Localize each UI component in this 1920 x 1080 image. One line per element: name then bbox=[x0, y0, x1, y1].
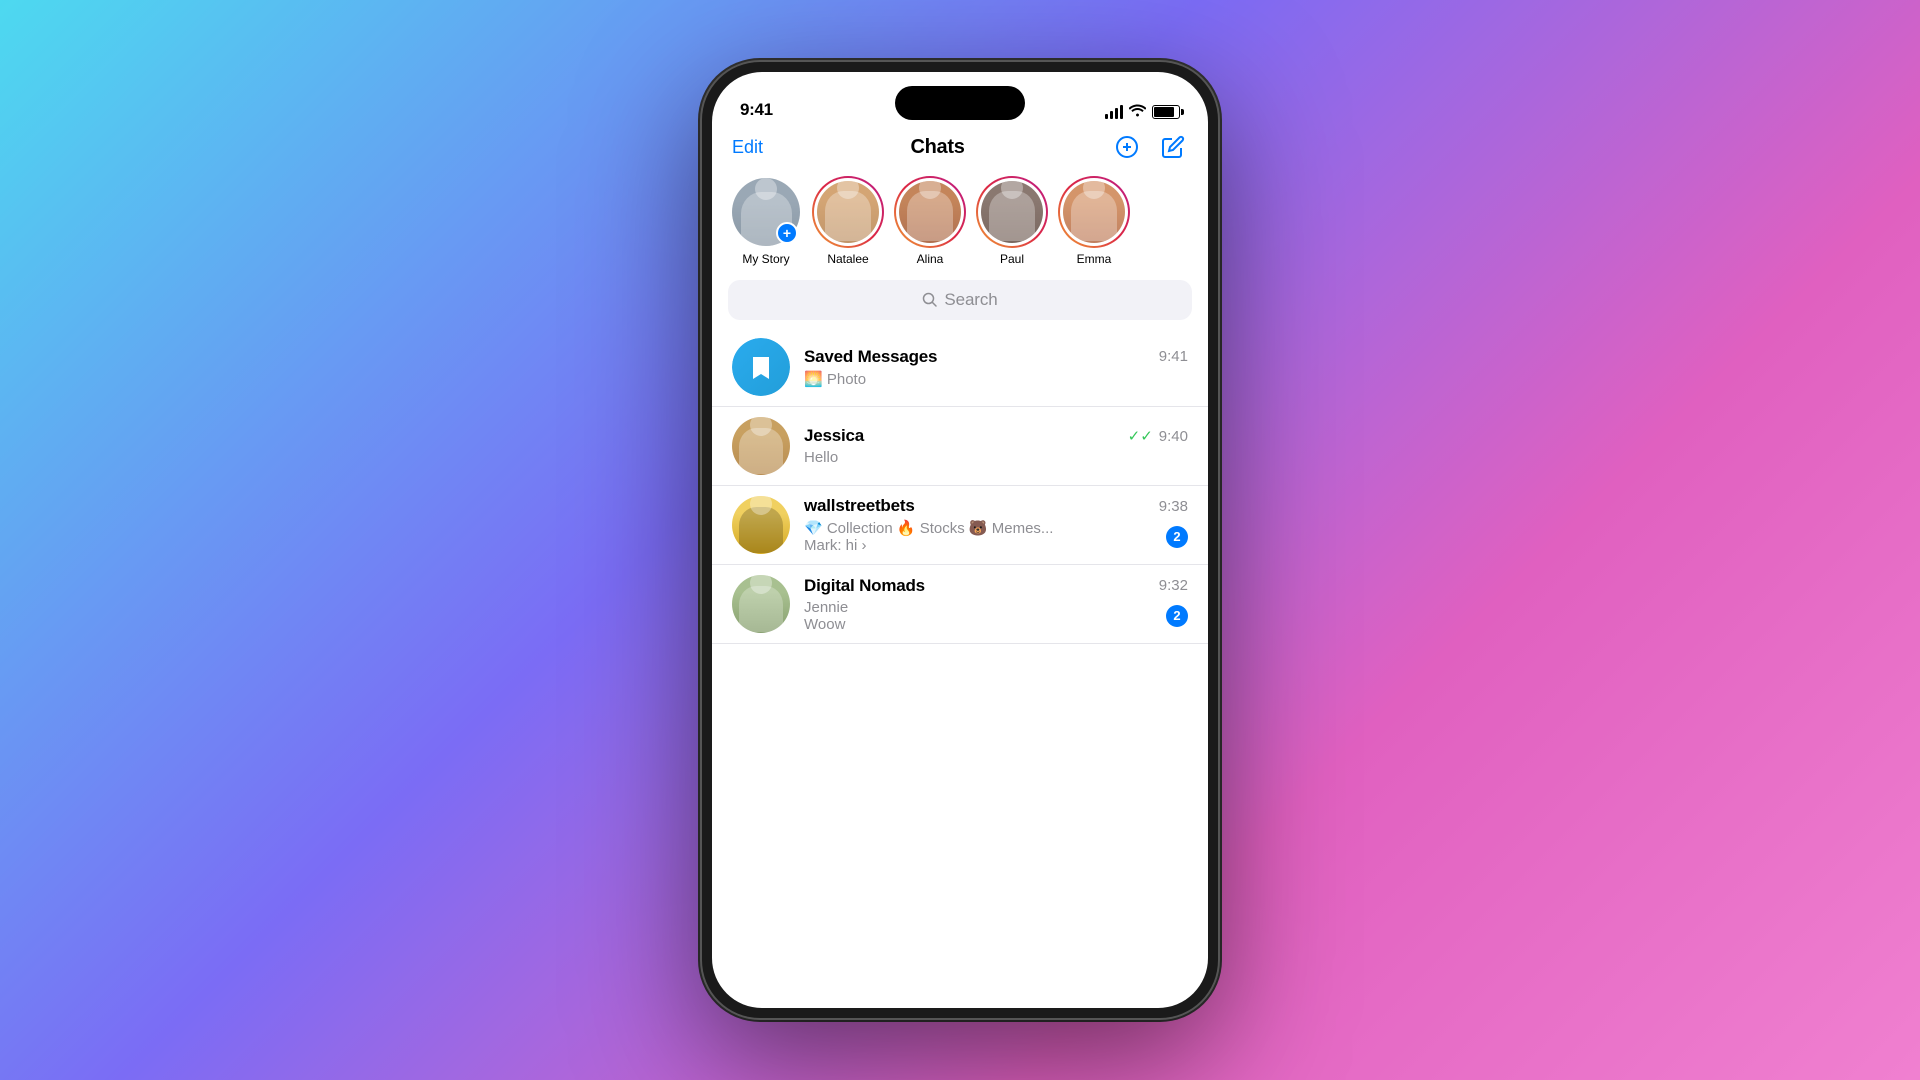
unread-badge-wallstreetbets: 2 bbox=[1166, 526, 1188, 548]
stories-row: + My Story Natalee bbox=[712, 172, 1208, 280]
saved-messages-avatar bbox=[732, 338, 790, 396]
chat-item-wallstreetbets[interactable]: wallstreetbets 9:38 💎 Collection 🔥 Stock… bbox=[712, 486, 1208, 565]
avatar-wallstreet-chat bbox=[732, 496, 790, 554]
chat-preview-wallstreetbets-1: 💎 Collection 🔥 Stocks 🐻 Memes... bbox=[804, 519, 1053, 537]
status-icons bbox=[1105, 104, 1180, 120]
chat-name-jessica: Jessica bbox=[804, 426, 864, 446]
avatar-emma bbox=[1063, 181, 1125, 243]
compose-button[interactable] bbox=[1158, 132, 1188, 162]
avatar-digital-chat bbox=[732, 575, 790, 633]
status-time: 9:41 bbox=[740, 100, 773, 120]
story-item-natalee[interactable]: Natalee bbox=[814, 178, 882, 266]
signal-icon bbox=[1105, 105, 1123, 119]
avatar-natalee bbox=[817, 181, 879, 243]
story-label-alina: Alina bbox=[917, 252, 944, 266]
battery-icon bbox=[1152, 105, 1180, 119]
digital-nomads-content: Digital Nomads 9:32 Jennie Woow 2 bbox=[804, 576, 1188, 633]
story-label-emma: Emma bbox=[1077, 252, 1112, 266]
search-placeholder-text: Search bbox=[944, 290, 997, 310]
story-item-alina[interactable]: Alina bbox=[896, 178, 964, 266]
story-ring-emma bbox=[1060, 178, 1128, 246]
page-title: Chats bbox=[910, 136, 964, 159]
story-item-emma[interactable]: Emma bbox=[1060, 178, 1128, 266]
header: Edit Chats bbox=[712, 128, 1208, 172]
chat-time-saved-messages: 9:41 bbox=[1159, 348, 1188, 365]
story-ring-paul bbox=[978, 178, 1046, 246]
unread-badge-digital-nomads: 2 bbox=[1166, 605, 1188, 627]
chat-preview-digital-2: Woow bbox=[804, 616, 848, 633]
chat-preview-wallstreetbets-2: Mark: hi › bbox=[804, 537, 1053, 554]
story-ring-natalee bbox=[814, 178, 882, 246]
story-label-paul: Paul bbox=[1000, 252, 1024, 266]
phone-frame: 9:41 bbox=[700, 60, 1220, 1020]
phone-screen: 9:41 bbox=[712, 72, 1208, 1008]
story-item-paul[interactable]: Paul bbox=[978, 178, 1046, 266]
wallstreetbets-preview: 💎 Collection 🔥 Stocks 🐻 Memes... Mark: h… bbox=[804, 519, 1053, 554]
search-icon bbox=[922, 292, 938, 308]
avatar-paul bbox=[981, 181, 1043, 243]
digital-nomads-preview: Jennie Woow bbox=[804, 599, 848, 633]
dynamic-island bbox=[895, 86, 1025, 120]
chat-name-digital-nomads: Digital Nomads bbox=[804, 576, 925, 596]
chat-name-wallstreetbets: wallstreetbets bbox=[804, 496, 915, 516]
saved-messages-content: Saved Messages 9:41 🌅 Photo bbox=[804, 347, 1188, 388]
chat-time-jessica: 9:40 bbox=[1159, 428, 1188, 445]
story-item-my[interactable]: + My Story bbox=[732, 178, 800, 266]
chat-time-digital-nomads: 9:32 bbox=[1159, 577, 1188, 594]
add-story-button[interactable]: + bbox=[776, 222, 798, 244]
search-bar[interactable]: Search bbox=[728, 280, 1192, 320]
read-checkmark: ✓✓ bbox=[1128, 427, 1153, 445]
new-group-button[interactable] bbox=[1112, 132, 1142, 162]
chat-list: Saved Messages 9:41 🌅 Photo Jessica bbox=[712, 328, 1208, 1008]
chat-preview-jessica: Hello bbox=[804, 449, 838, 466]
chat-item-saved-messages[interactable]: Saved Messages 9:41 🌅 Photo bbox=[712, 328, 1208, 407]
chat-name-saved-messages: Saved Messages bbox=[804, 347, 937, 367]
chat-preview-saved-messages: 🌅 Photo bbox=[804, 370, 866, 388]
header-actions bbox=[1112, 132, 1188, 162]
edit-button[interactable]: Edit bbox=[732, 137, 763, 158]
jessica-content: Jessica ✓✓ 9:40 Hello bbox=[804, 426, 1188, 466]
chat-item-digital-nomads[interactable]: Digital Nomads 9:32 Jennie Woow 2 bbox=[712, 565, 1208, 644]
chat-preview-digital-1: Jennie bbox=[804, 599, 848, 616]
wallstreetbets-content: wallstreetbets 9:38 💎 Collection 🔥 Stock… bbox=[804, 496, 1188, 554]
story-label-my: My Story bbox=[742, 252, 789, 266]
avatar-jessica-chat bbox=[732, 417, 790, 475]
story-label-natalee: Natalee bbox=[827, 252, 868, 266]
chat-time-wallstreetbets: 9:38 bbox=[1159, 498, 1188, 515]
chat-item-jessica[interactable]: Jessica ✓✓ 9:40 Hello bbox=[712, 407, 1208, 486]
wifi-icon bbox=[1129, 104, 1146, 120]
avatar-alina bbox=[899, 181, 961, 243]
story-ring-alina bbox=[896, 178, 964, 246]
